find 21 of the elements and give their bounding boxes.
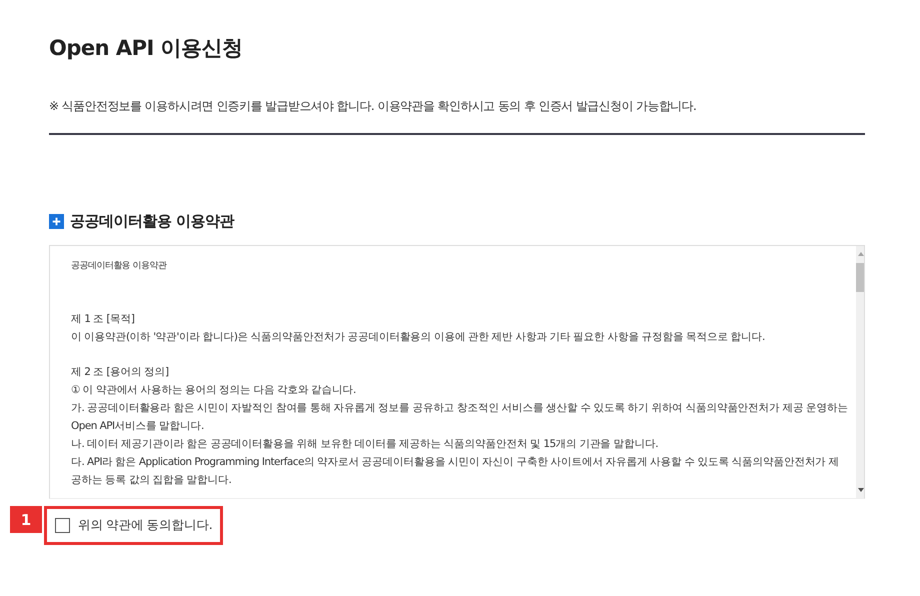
terms-line: ① 이 약관에서 사용하는 용어의 정의는 다음 각호와 같습니다. [71, 383, 357, 398]
article-heading: 제 2 조 [용어의 정의] [71, 365, 170, 380]
terms-line: Open API서비스를 말합니다. [71, 419, 205, 434]
scrollbar[interactable] [856, 246, 864, 498]
terms-title: 공공데이터활용 이용약관 [71, 260, 168, 273]
scroll-thumb[interactable] [856, 263, 864, 292]
plus-icon [49, 214, 64, 228]
terms-line: 이 이용약관(이하 '약관'이라 합니다)은 식품의약품안전처가 공공데이터활용의 이용에 관한 제반 사항과 기타 필요한 사항을 규정함을 목적으로 합니다. [71, 330, 766, 345]
notice-text: ※ 식품안전정보를 이용하시려면 인증키를 발급받으셔야 합니다. 이용약관을 확인하시고 동의 후 인증서 발급신청이 가능합니다. [49, 98, 698, 115]
terms-line: 가. 공공데이터활용라 함은 시민이 자발적인 참여를 통해 자유롭게 정보를 공유하고 창조적인 서비스를 생산할 수 있도록 하기 위하여 식품의약품안전처가 제공 운영하는 [71, 401, 848, 416]
page-title: Open API 이용신청 [49, 35, 244, 62]
terms-box[interactable] [49, 245, 865, 499]
terms-line: 다. API라 함은 Application Programming Interface의 약자로서 공공데이터활용을 시민이 자신이 구축한 사이트에서 자유롭게 사용할 수 있도록 식품의약품안전처가 제 [71, 455, 840, 470]
checkbox[interactable] [55, 518, 70, 533]
section-title: 공공데이터활용 이용약관 [70, 211, 234, 231]
scroll-down-icon[interactable] [858, 488, 864, 492]
agree-label[interactable]: 위의 약관에 동의합니다. [78, 517, 212, 534]
article-heading: 제 1 조 [목적] [71, 312, 136, 327]
terms-line: 나. 데이터 제공기관이라 함은 공공데이터활용을 위해 보유한 데이터를 제공하는 식품의약품안전처 및 15개의 기관을 말합니다. [71, 437, 660, 452]
terms-line: 공하는 등록 값의 집합을 말합니다. [71, 473, 232, 488]
step-badge: 1 [10, 506, 42, 533]
